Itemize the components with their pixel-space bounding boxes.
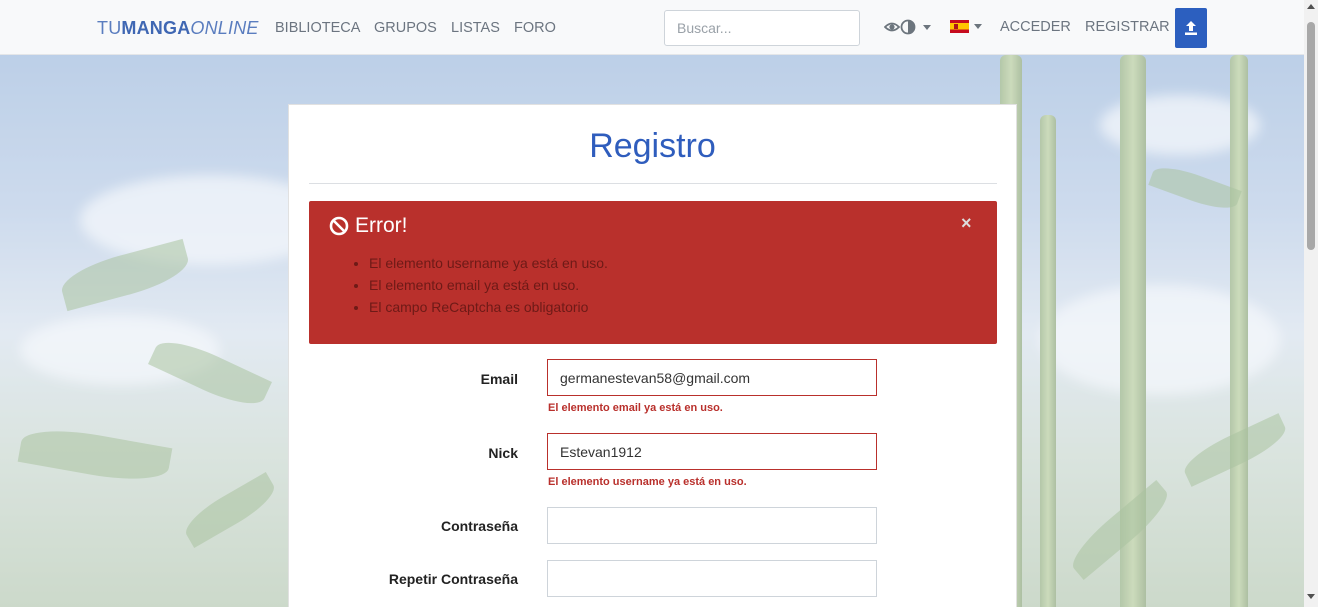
login-link[interactable]: ACCEDER: [1000, 19, 1071, 35]
list-item: El campo ReCaptcha es obligatorio: [369, 296, 608, 318]
spain-flag-icon: [950, 20, 969, 33]
alert-message-list: El elemento username ya está en uso. El …: [369, 252, 608, 318]
chevron-down-icon: [923, 24, 931, 30]
upload-button[interactable]: [1175, 8, 1207, 48]
password-label: Contraseña: [440, 518, 518, 534]
nick-label: Nick: [488, 445, 518, 461]
repeat-password-field[interactable]: [547, 560, 877, 597]
site-logo[interactable]: TUMANGAONLINE: [97, 18, 259, 39]
ban-icon: [329, 216, 349, 236]
search-input[interactable]: [664, 10, 860, 46]
view-mode-dropdown[interactable]: [884, 19, 931, 35]
nick-error: El elemento username ya está en uso.: [548, 476, 747, 488]
nav-link-foro[interactable]: FORO: [514, 20, 556, 36]
nick-field[interactable]: [547, 433, 877, 470]
scroll-thumb[interactable]: [1307, 22, 1315, 250]
email-field[interactable]: [547, 359, 877, 396]
top-navbar: TUMANGAONLINE BIBLIOTECA GRUPOS LISTAS F…: [0, 0, 1304, 55]
list-item: El elemento email ya está en uso.: [369, 274, 608, 296]
nav-link-grupos[interactable]: GRUPOS: [374, 20, 437, 36]
language-dropdown[interactable]: [950, 20, 982, 33]
page-scrollbar[interactable]: [1304, 0, 1318, 607]
nav-link-listas[interactable]: LISTAS: [451, 20, 500, 36]
password-field[interactable]: [547, 507, 877, 544]
nav-link-biblioteca[interactable]: BIBLIOTECA: [275, 20, 360, 36]
scroll-down-arrow-icon[interactable]: [1307, 594, 1315, 599]
chevron-down-icon: [974, 24, 982, 29]
email-error: El elemento email ya está en uso.: [548, 402, 723, 414]
close-icon[interactable]: ×: [961, 213, 972, 234]
scroll-up-arrow-icon[interactable]: [1307, 4, 1315, 9]
register-link[interactable]: REGISTRAR: [1085, 19, 1170, 35]
registration-card: Registro Error! × El elemento username y…: [288, 104, 1017, 607]
page-title: Registro: [589, 127, 716, 165]
upload-icon: [1185, 21, 1197, 35]
alert-heading: Error!: [329, 214, 408, 238]
repeat-password-label: Repetir Contraseña: [388, 571, 518, 587]
eye-toggle-icon: [884, 19, 916, 35]
error-alert: Error! × El elemento username ya está en…: [309, 201, 997, 344]
divider: [309, 183, 997, 184]
email-label: Email: [480, 371, 518, 387]
list-item: El elemento username ya está en uso.: [369, 252, 608, 274]
